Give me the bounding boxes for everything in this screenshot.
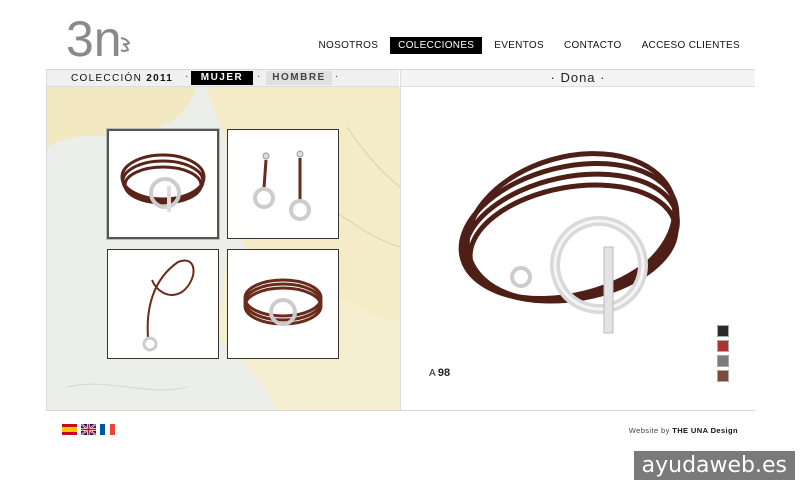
swatch-brown[interactable] [717,370,729,382]
map-background [47,87,400,410]
color-swatches [717,325,729,385]
collection-tabs-bar: COLECCIÓN 2011 · MUJER · HOMBRE · [47,70,399,87]
tab-mujer[interactable]: MUJER [191,71,253,85]
product-image [451,127,691,352]
nav-nosotros[interactable]: NOSOTROS [311,37,387,54]
website-credit[interactable]: Website by THE UNA Design [629,426,738,435]
nav-acceso-clientes[interactable]: ACCESO CLIENTES [634,37,748,54]
separator-dot: · [185,71,190,82]
swatch-grey[interactable] [717,355,729,367]
flag-spain-icon[interactable] [62,424,77,435]
product-title: · Dona · [400,70,755,87]
swatch-red[interactable] [717,340,729,352]
thumbnail-bracelet-ring[interactable] [227,249,339,359]
main-nav: NOSOTROS COLECCIONES EVENTOS CONTACTO AC… [311,37,748,54]
watermark: ayudaweb.es [633,451,795,480]
nav-eventos[interactable]: EVENTOS [486,37,552,54]
tab-hombre[interactable]: HOMBRE [266,71,332,85]
nav-colecciones[interactable]: COLECCIONES [390,37,483,54]
thumbnail-bracelet-toggle[interactable] [107,129,219,239]
product-detail: A 98 [400,87,755,410]
thumbnail-pendant-necklace[interactable] [107,249,219,359]
thumbnail-earrings[interactable] [227,129,339,239]
brand-logo[interactable]: 3n [66,11,136,67]
collection-label: COLECCIÓN 2011 [71,73,174,84]
separator-dot: · [335,71,340,82]
swatch-black[interactable] [717,325,729,337]
separator-dot: · [257,71,262,82]
collection-frame: COLECCIÓN 2011 · MUJER · HOMBRE · · Dona… [46,69,755,411]
flag-uk-icon[interactable] [81,424,96,435]
nav-contacto[interactable]: CONTACTO [556,37,630,54]
product-reference: A 98 [429,367,451,379]
language-selector [62,424,115,435]
svg-text:3n: 3n [66,12,122,64]
flag-france-icon[interactable] [100,424,115,435]
